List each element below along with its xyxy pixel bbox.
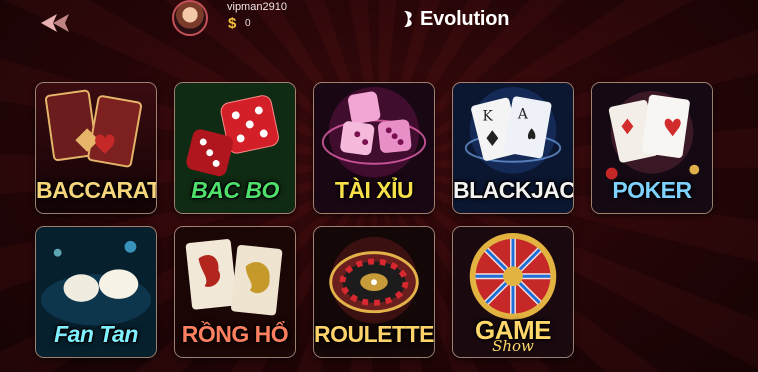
evolution-logo-icon [404, 11, 412, 27]
game-tile-rong-ho[interactable]: RỒNG HỔ [174, 226, 296, 358]
game-tile-fan-tan[interactable]: Fan Tan [35, 226, 157, 358]
game-tile-poker[interactable]: POKER [591, 82, 713, 214]
svg-text:A: A [517, 106, 529, 122]
game-tile-roulette[interactable]: ROULETTE [313, 226, 435, 358]
back-arrow-icon [41, 14, 69, 32]
game-label: BLACKJACK [453, 177, 574, 203]
balance: 0 [245, 18, 251, 29]
game-label: POKER [612, 177, 692, 203]
avatar[interactable] [172, 0, 208, 36]
game-label: BACCARAT [36, 177, 157, 203]
svg-text:K: K [483, 108, 494, 124]
game-label: RỒNG HỔ [181, 321, 289, 347]
provider-name: Evolution [420, 7, 510, 30]
game-tile-bac-bo[interactable]: BAC BO [174, 82, 296, 214]
username: vipman2910 [227, 1, 287, 13]
game-tile-tai-xiu[interactable]: TÀI XỈU [313, 82, 435, 214]
game-label: Fan Tan [54, 321, 138, 347]
game-label: BAC BO [191, 177, 279, 203]
game-tile-game-show[interactable]: GAME Show [452, 226, 574, 358]
game-tile-blackjack[interactable]: K A BLACKJACK [452, 82, 574, 214]
game-tile-baccarat[interactable]: BACCARAT [35, 82, 157, 214]
top-bar: vipman2910 $ 0 Evolution [0, 0, 758, 44]
game-sublabel: Show [492, 337, 534, 355]
back-button[interactable] [38, 10, 78, 36]
provider-logo: Evolution [402, 7, 510, 31]
game-label: TÀI XỈU [334, 177, 414, 203]
coin-icon: $ [228, 15, 237, 32]
game-label: ROULETTE [314, 321, 434, 347]
